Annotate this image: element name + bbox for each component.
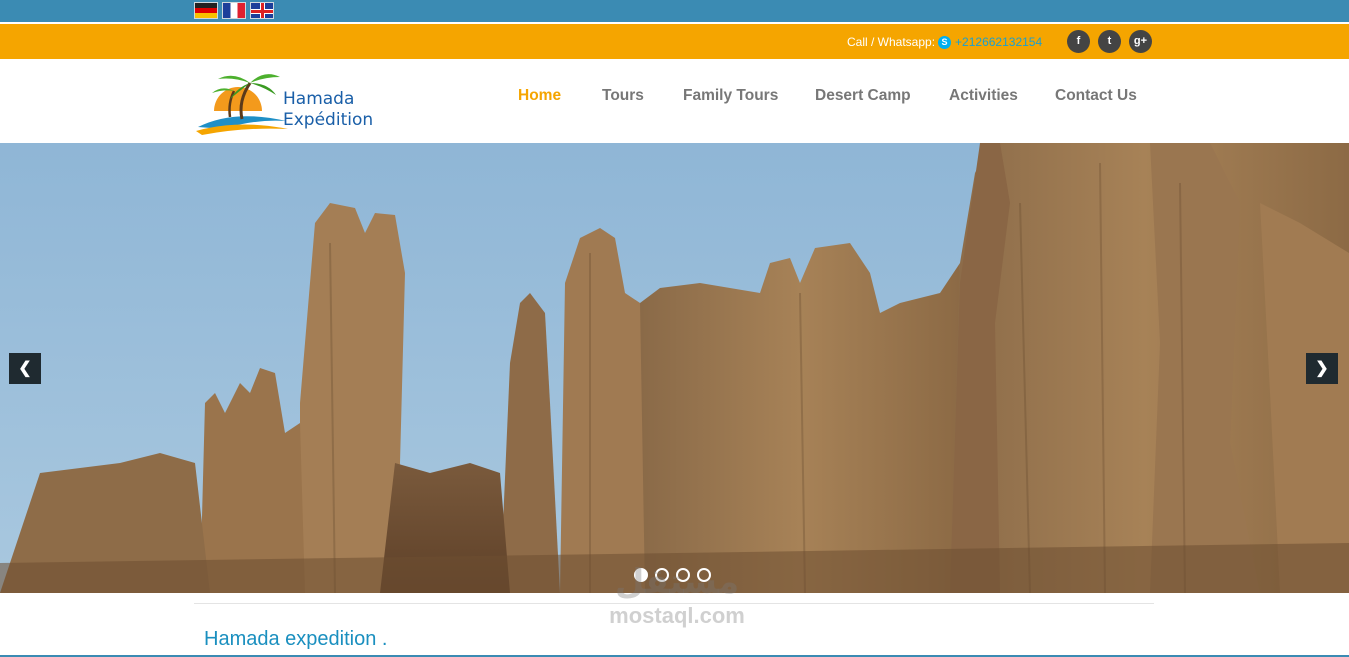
nav-item-family-tours[interactable]: Family Tours xyxy=(683,87,778,105)
slider-next-button[interactable]: ❯ xyxy=(1306,353,1338,384)
german-flag-icon[interactable] xyxy=(194,2,218,19)
uk-flag-icon[interactable] xyxy=(250,2,274,19)
slider-prev-button[interactable]: ❮ xyxy=(9,353,41,384)
french-flag-icon[interactable] xyxy=(222,2,246,19)
contact-bar: Call / Whatsapp: S +212662132154 f t g+ xyxy=(0,24,1349,59)
hero-slider: ❮ ❯ xyxy=(0,143,1349,593)
skype-icon: S xyxy=(938,35,952,49)
watermark-latin-text: mostaql.com xyxy=(609,603,745,628)
desert-rock-formations-image xyxy=(0,143,1349,593)
logo-line-2: Expédition xyxy=(283,110,374,130)
nav-item-contact-us[interactable]: Contact Us xyxy=(1055,87,1137,105)
facebook-icon[interactable]: f xyxy=(1067,30,1090,53)
contact-info: Call / Whatsapp: S +212662132154 xyxy=(847,35,1042,49)
nav-item-tours[interactable]: Tours xyxy=(602,87,644,105)
nav-item-desert-camp[interactable]: Desert Camp xyxy=(815,87,911,105)
nav-item-activities[interactable]: Activities xyxy=(949,87,1018,105)
call-label: Call / Whatsapp: xyxy=(847,35,936,49)
nav-item-home[interactable]: Home xyxy=(518,87,561,105)
phone-number[interactable]: +212662132154 xyxy=(955,35,1042,49)
google-plus-icon[interactable]: g+ xyxy=(1129,30,1152,53)
language-bar xyxy=(0,0,1349,24)
intro-title: Hamada expedition . xyxy=(204,628,388,650)
social-links: f t g+ xyxy=(1067,30,1152,53)
mostaql-watermark: مستقل mostaql.com xyxy=(592,560,762,645)
site-header: Hamada Expédition Home Tours Family Tour… xyxy=(0,59,1349,143)
language-switcher xyxy=(194,2,274,19)
watermark-arabic-text: مستقل xyxy=(614,562,740,602)
main-navigation: Home Tours Family Tours Desert Camp Acti… xyxy=(0,87,1349,107)
twitter-icon[interactable]: t xyxy=(1098,30,1121,53)
